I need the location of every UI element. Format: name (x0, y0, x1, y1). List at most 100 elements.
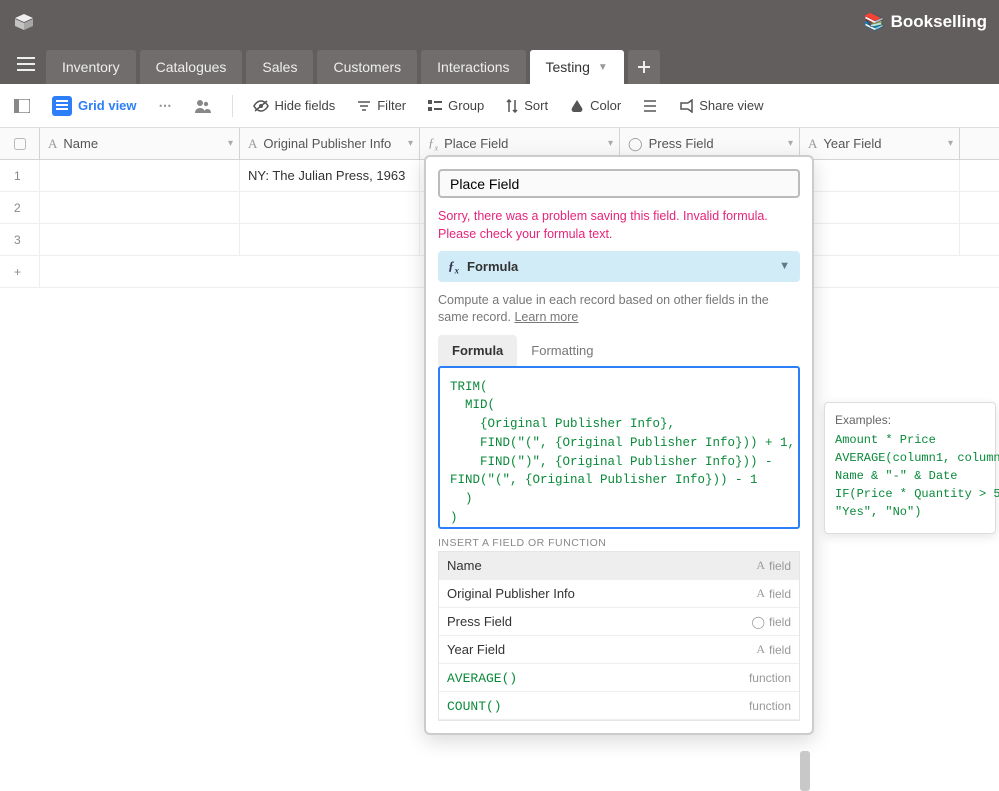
rollup-icon: ◯ (752, 615, 765, 629)
error-message: Sorry, there was a problem saving this f… (438, 208, 800, 243)
hide-fields-button[interactable]: Hide fields (247, 92, 342, 119)
insert-field-item[interactable]: Original Publisher InfoA field (439, 580, 799, 608)
insert-field-item[interactable]: NameA field (439, 552, 799, 580)
cell[interactable] (800, 192, 960, 223)
share-label: Share view (699, 98, 763, 113)
tab-label: Catalogues (156, 59, 227, 75)
cell[interactable] (40, 192, 240, 223)
field-type-selector[interactable]: ƒx Formula ▼ (438, 251, 800, 281)
field-type-description: Compute a value in each record based on … (438, 292, 800, 327)
column-header[interactable]: AYear Field▾ (800, 128, 960, 159)
cell[interactable] (800, 160, 960, 191)
text-field-icon: A (808, 136, 817, 152)
tab-label: Testing (546, 59, 590, 75)
tab-label: Interactions (437, 59, 509, 75)
books-icon: 📚 (863, 12, 884, 32)
chevron-down-icon: ▾ (228, 138, 233, 149)
view-toolbar: Grid view ⋯ Hide fields Filter Group Sor… (0, 84, 999, 128)
add-table-button[interactable] (628, 50, 660, 84)
hide-fields-label: Hide fields (275, 98, 336, 113)
column-name: Original Publisher Info (263, 136, 391, 151)
insert-field-item[interactable]: Year FieldA field (439, 636, 799, 664)
select-all-checkbox[interactable] (0, 128, 40, 159)
view-name: Grid view (78, 98, 137, 113)
field-type-label: Formula (467, 259, 518, 274)
tab-sales[interactable]: Sales (246, 50, 313, 84)
formula-icon: ƒx (428, 135, 438, 153)
tab-testing[interactable]: Testing ▼ (530, 50, 624, 84)
workspace-title-text: Bookselling (891, 12, 987, 32)
row-height-button[interactable] (637, 93, 663, 119)
example-line: "Yes", "No") (835, 505, 985, 519)
sort-button[interactable]: Sort (500, 92, 554, 119)
row-number: 2 (0, 192, 40, 223)
example-line: IF(Price * Quantity > 5, (835, 487, 985, 501)
learn-more-link[interactable]: Learn more (514, 310, 578, 324)
workspace-title[interactable]: 📚 Bookselling (863, 12, 987, 32)
chevron-down-icon: ▼ (779, 260, 790, 272)
color-label: Color (590, 98, 621, 113)
cell[interactable] (240, 224, 420, 255)
text-field-icon: A (756, 642, 765, 657)
rollup-icon: ◯ (628, 136, 643, 152)
column-header[interactable]: A Name ▾ (40, 128, 240, 159)
app-logo-icon (12, 10, 36, 34)
text-field-icon: A (48, 136, 57, 152)
formula-editor[interactable]: TRIM( MID( {Original Publisher Info}, FI… (438, 366, 800, 529)
insert-function-item[interactable]: AVERAGE() function (439, 664, 799, 692)
subtab-formatting[interactable]: Formatting (517, 335, 607, 366)
sort-label: Sort (524, 98, 548, 113)
example-line: AVERAGE(column1, column2) (835, 451, 985, 465)
panel-subtabs: Formula Formatting (438, 335, 800, 366)
chevron-down-icon: ▾ (948, 138, 953, 149)
row-number: 1 (0, 160, 40, 191)
insert-function-item[interactable]: COUNT() function (439, 692, 799, 720)
tab-label: Inventory (62, 59, 120, 75)
example-line: Name & "-" & Date (835, 469, 985, 483)
panel-scrollbar[interactable] (800, 751, 810, 791)
tab-label: Sales (262, 59, 297, 75)
grid-icon (52, 96, 72, 116)
menu-icon[interactable] (6, 44, 46, 84)
chevron-down-icon: ▾ (608, 138, 613, 149)
tab-interactions[interactable]: Interactions (421, 50, 525, 84)
cell[interactable] (40, 224, 240, 255)
tab-catalogues[interactable]: Catalogues (140, 50, 243, 84)
cell[interactable] (40, 160, 240, 191)
view-menu-button[interactable]: ⋯ (153, 92, 178, 120)
share-view-button[interactable]: Share view (673, 92, 769, 119)
text-field-icon: A (756, 558, 765, 573)
tab-inventory[interactable]: Inventory (46, 50, 136, 84)
collaborators-button[interactable] (188, 93, 218, 119)
text-field-icon: A (756, 586, 765, 601)
column-header[interactable]: A Original Publisher Info ▾ (240, 128, 420, 159)
text-field-icon: A (248, 136, 257, 152)
cell[interactable] (800, 224, 960, 255)
tab-customers[interactable]: Customers (317, 50, 417, 84)
topbar: 📚 Bookselling (0, 0, 999, 44)
chevron-down-icon: ▾ (408, 138, 413, 149)
toggle-sidebar-button[interactable] (8, 93, 36, 119)
view-switcher[interactable]: Grid view (46, 90, 143, 122)
examples-tooltip: Examples: Amount * Price AVERAGE(column1,… (824, 402, 996, 534)
examples-header: Examples: (835, 413, 985, 427)
column-name: Place Field (444, 136, 508, 151)
chevron-down-icon: ▾ (788, 138, 793, 149)
tab-label: Customers (333, 59, 401, 75)
color-button[interactable]: Color (564, 92, 627, 119)
formula-icon: ƒx (448, 258, 459, 276)
insert-label: INSERT A FIELD OR FUNCTION (438, 537, 800, 549)
group-button[interactable]: Group (422, 92, 490, 119)
cell[interactable]: NY: The Julian Press, 1963 (240, 160, 420, 191)
field-name-input[interactable] (438, 169, 800, 198)
column-name: Name (63, 136, 98, 151)
subtab-formula[interactable]: Formula (438, 335, 517, 366)
filter-button[interactable]: Filter (351, 92, 412, 119)
insert-field-item[interactable]: Press Field◯ field (439, 608, 799, 636)
chevron-down-icon: ▼ (598, 62, 608, 73)
group-label: Group (448, 98, 484, 113)
column-name: Press Field (649, 136, 714, 151)
cell[interactable] (240, 192, 420, 223)
row-number: 3 (0, 224, 40, 255)
example-line: Amount * Price (835, 433, 985, 447)
